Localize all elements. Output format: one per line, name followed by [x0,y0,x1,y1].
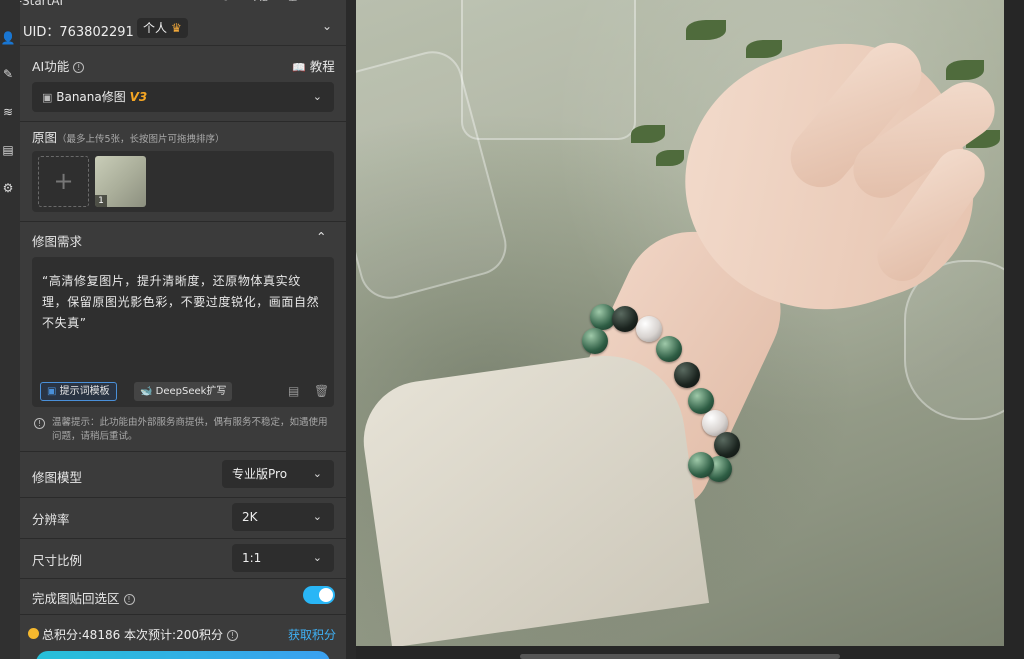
refresh-icon[interactable]: ↻ [221,0,230,4]
bead [688,452,714,478]
glass-cup [461,0,636,140]
app-window: 👤 ✎ ≋ ▤ ⚙ 插件StartAI ↻ Aa ⊥ ≡ UID：7638022… [0,0,1024,659]
info-icon[interactable]: ! [226,630,238,641]
chevron-up-icon[interactable]: ⌃ [316,229,326,244]
info-icon: ! [34,418,45,429]
resolution-label: 分辨率 [32,512,70,527]
gear-icon[interactable]: ⚙ [0,180,16,196]
bead [612,306,638,332]
chevron-down-icon: ⌄ [312,467,322,480]
book-icon: 📖 [292,61,306,74]
info-icon[interactable]: ! [123,594,135,605]
right-gutter [1004,0,1024,659]
image-thumbnail[interactable]: 1 [95,156,146,207]
get-points-link[interactable]: 获取积分 [288,626,336,643]
app-title: 插件StartAI [20,0,64,8]
panel-divider[interactable] [346,0,356,659]
persona-badge[interactable]: 个人 ♛ [137,18,188,38]
pin-icon[interactable]: ⊥ [288,0,298,4]
prompt-template-button[interactable]: ▣ 提示词模板 [40,382,117,401]
prompt-text[interactable]: “高清修复图片，提升清晰度，还原物体真实纹理，保留原图光影色彩，不要过度锐化，画… [42,271,326,334]
info-icon[interactable]: ! [73,62,85,73]
edit-request-label: 修图需求 [32,234,83,249]
prompt-area[interactable]: “高清修复图片，提升清晰度，还原物体真实纹理，保留原图光影色彩，不要过度锐化，画… [32,257,334,407]
points-text: 总积分:48186 本次预计:200积分! [42,626,238,643]
notice-text: ! 温馨提示：此功能由外部服务商提供，偶有服务不稳定，如遇使用问题，请稍后重试。 [32,416,332,444]
leaf [946,60,984,80]
document-icon[interactable]: ▤ [0,142,16,158]
trash-icon[interactable]: 🗑 [314,384,329,398]
bead [674,362,700,388]
bead [656,336,682,362]
chevron-down-icon: ⌄ [312,551,322,564]
model-select[interactable]: 专业版Pro ⌄ [222,460,334,488]
coin-icon [28,628,39,639]
crown-icon: ♛ [171,21,182,35]
generate-button[interactable] [36,651,330,659]
image-thumbnails: + 1 [32,151,334,212]
leaf [631,125,665,143]
bead [582,328,608,354]
add-image-button[interactable]: + [38,156,89,207]
account-bar: UID：763802291 个人 ♛ ⌄ [20,10,346,46]
bead [714,432,740,458]
plugin-panel: 插件StartAI ↻ Aa ⊥ ≡ UID：763802291 个人♛ ⌄ A… [20,0,346,659]
tutorial-link[interactable]: 📖 教程 [292,56,335,75]
points-footer: 总积分:48186 本次预计:200积分! 获取积分 [20,622,346,646]
image-icon: ▣ [42,91,53,104]
source-image-label: 原图（最多上传5张，长按图片可拖拽排序） [32,130,225,145]
paste-back-toggle[interactable] [303,586,335,604]
history-icon[interactable]: ▤ [288,384,299,398]
user-icon[interactable]: 👤 [0,30,16,46]
thumb-index: 1 [95,195,107,207]
bead [636,316,662,342]
paste-back-label: 完成图贴回选区! [32,588,135,607]
ratio-label: 尺寸比例 [32,553,83,568]
chevron-down-icon: ⌄ [312,510,322,523]
resolution-select[interactable]: 2K ⌄ [232,503,334,531]
font-size-icon[interactable]: Aa [254,0,268,4]
chevron-down-icon[interactable]: ⌄ [322,19,332,33]
menu-icon[interactable]: ≡ [319,0,328,4]
leaf [656,150,684,166]
ai-function-label: AI功能! [32,56,85,75]
photo-canvas[interactable] [356,0,1004,646]
leaf [746,40,782,58]
tool-rail: 👤 ✎ ≋ ▤ ⚙ [0,0,20,659]
title-bar: 插件StartAI ↻ Aa ⊥ ≡ [20,0,346,8]
linen-sleeve [356,345,710,646]
chevron-down-icon: ⌄ [312,90,322,103]
leaf [686,20,726,40]
layers-icon[interactable]: ≋ [0,104,16,120]
edit-icon[interactable]: ✎ [0,66,16,82]
ratio-select[interactable]: 1:1 ⌄ [232,544,334,572]
deepseek-icon: 🐋 [140,386,153,397]
template-icon: ▣ [47,386,57,397]
horizontal-scrollbar[interactable] [520,654,840,659]
model-label: 修图模型 [32,470,83,485]
deepseek-expand-button[interactable]: 🐋 DeepSeek扩写 [134,382,233,401]
uid-text: UID：763802291 [23,25,134,40]
ai-function-select[interactable]: ▣ Banana修图 V3 ⌄ [32,82,334,112]
